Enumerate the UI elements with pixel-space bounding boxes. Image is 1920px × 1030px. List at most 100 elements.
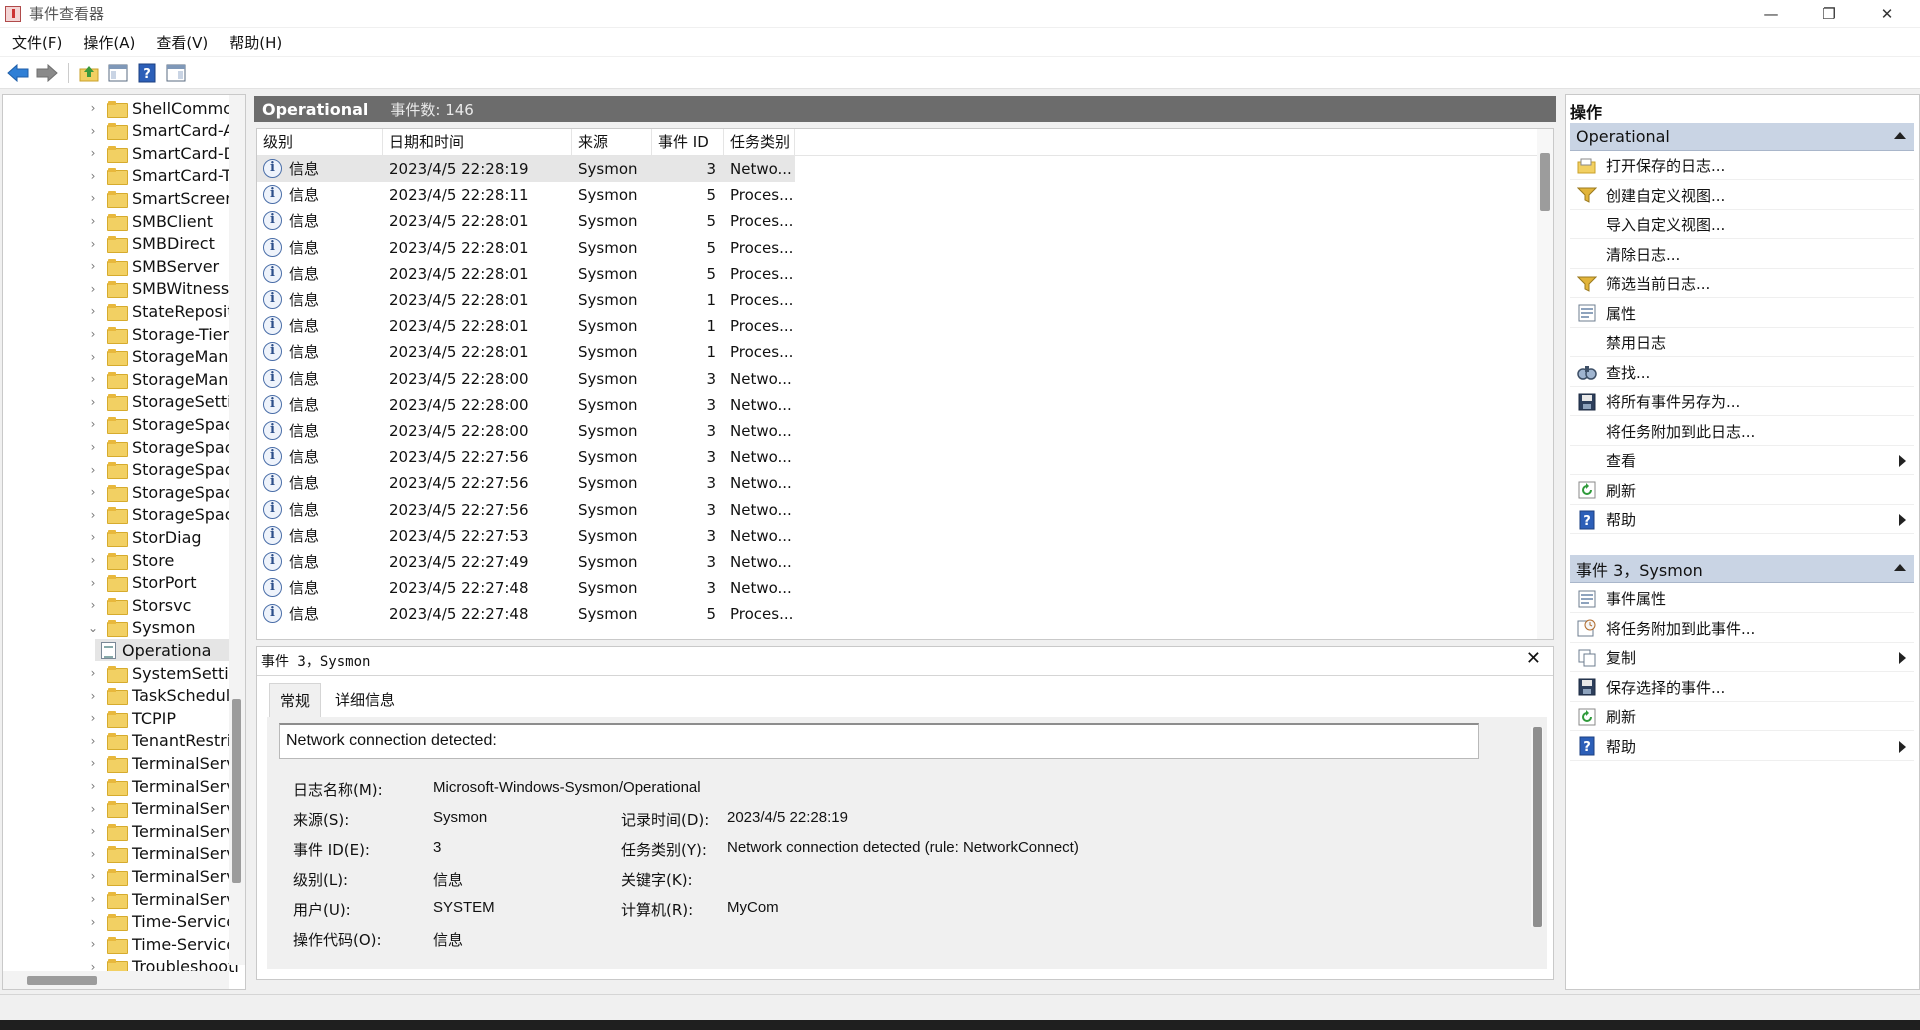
event-row[interactable]: i 信息 2023/4/5 22:27:48 Sysmon 5 Proces... <box>257 601 795 627</box>
expand-chevron-icon[interactable]: › <box>85 282 101 296</box>
action-item[interactable]: 属性 <box>1570 300 1914 328</box>
detail-scroll-thumb[interactable] <box>1533 727 1542 927</box>
expand-chevron-icon[interactable]: › <box>85 372 101 386</box>
expand-chevron-icon[interactable]: › <box>85 485 101 499</box>
action-item[interactable]: 事件属性 <box>1570 585 1914 613</box>
expand-chevron-icon[interactable]: › <box>85 463 101 477</box>
tree-item[interactable]: › SmartScreen <box>85 187 235 209</box>
expand-chevron-icon[interactable]: › <box>85 530 101 544</box>
expand-chevron-icon[interactable]: › <box>85 756 101 770</box>
action-item[interactable]: ? 帮助 <box>1570 733 1914 761</box>
tree-item[interactable]: › Store <box>85 549 174 571</box>
tree-item[interactable]: › TerminalServi <box>85 775 240 797</box>
tree-item[interactable]: › StorageSpace <box>85 504 243 526</box>
action-item[interactable]: 创建自定义视图... <box>1570 182 1914 210</box>
action-item[interactable]: 清除日志... <box>1570 241 1914 269</box>
tree-item[interactable]: › Storsvc <box>85 594 191 616</box>
event-row[interactable]: i 信息 2023/4/5 22:28:00 Sysmon 3 Netwo... <box>257 392 795 418</box>
event-row[interactable]: i 信息 2023/4/5 22:28:01 Sysmon 1 Proces... <box>257 313 795 339</box>
detail-close-button[interactable]: ✕ <box>1526 648 1541 669</box>
tree-item[interactable]: › StorDiag <box>85 526 202 548</box>
event-row[interactable]: i 信息 2023/4/5 22:28:01 Sysmon 5 Proces... <box>257 235 795 261</box>
action-item[interactable]: 导入自定义视图... <box>1570 211 1914 239</box>
menu-view[interactable]: 查看(V) <box>144 32 217 53</box>
tree-vertical-scrollbar[interactable] <box>229 95 245 965</box>
tree-item[interactable]: › Storage-Tierin <box>85 323 244 345</box>
action-item[interactable]: 打开保存的日志... <box>1570 152 1914 180</box>
action-item[interactable]: 将任务附加到此日志... <box>1570 418 1914 446</box>
column-datetime[interactable]: 日期和时间 <box>383 129 572 156</box>
tab-general[interactable]: 常规 <box>269 683 322 717</box>
tree-item[interactable]: › SystemSetting <box>85 662 245 684</box>
expand-chevron-icon[interactable]: › <box>85 417 101 431</box>
collapse-icon[interactable] <box>1894 132 1906 139</box>
tree-item[interactable]: › SmartCard-Au <box>85 120 244 142</box>
action-item[interactable]: 刷新 <box>1570 477 1914 505</box>
expand-chevron-icon[interactable]: › <box>85 802 101 816</box>
tree-item[interactable]: › StateReposito <box>85 300 243 322</box>
expand-chevron-icon[interactable]: › <box>85 598 101 612</box>
tree-horizontal-scroll-thumb[interactable] <box>27 976 97 985</box>
action-pane-icon[interactable] <box>164 62 188 84</box>
expand-chevron-icon[interactable]: › <box>85 666 101 680</box>
expand-chevron-icon[interactable]: › <box>85 169 101 183</box>
action-item[interactable]: 筛选当前日志... <box>1570 270 1914 298</box>
expand-chevron-icon[interactable]: › <box>85 711 101 725</box>
event-row[interactable]: i 信息 2023/4/5 22:28:01 Sysmon 5 Proces... <box>257 208 795 234</box>
event-row[interactable]: i 信息 2023/4/5 22:28:01 Sysmon 5 Proces... <box>257 261 795 287</box>
expand-chevron-icon[interactable]: › <box>85 350 101 364</box>
expand-chevron-icon[interactable]: › <box>85 237 101 251</box>
menu-action[interactable]: 操作(A) <box>71 32 144 53</box>
column-source[interactable]: 来源 <box>572 129 652 156</box>
expand-chevron-icon[interactable]: › <box>85 327 101 341</box>
expand-chevron-icon[interactable]: › <box>85 937 101 951</box>
actions-section-operational[interactable]: Operational <box>1570 123 1914 151</box>
expand-chevron-icon[interactable]: › <box>85 892 101 906</box>
show-hide-tree-icon[interactable] <box>106 62 130 84</box>
action-item[interactable]: 保存选择的事件... <box>1570 674 1914 702</box>
expand-chevron-icon[interactable]: › <box>85 779 101 793</box>
event-description[interactable]: Network connection detected: <box>279 723 1479 759</box>
help-icon[interactable]: ? <box>135 62 159 84</box>
expand-chevron-icon[interactable]: › <box>85 734 101 748</box>
event-row[interactable]: i 信息 2023/4/5 22:28:19 Sysmon 3 Netwo... <box>257 156 795 182</box>
expand-chevron-icon[interactable]: › <box>85 214 101 228</box>
restore-button[interactable]: ❐ <box>1800 0 1858 27</box>
close-button[interactable]: ✕ <box>1858 0 1916 27</box>
tree-item[interactable]: › SmartCard-De <box>85 142 245 164</box>
expand-chevron-icon[interactable]: › <box>85 847 101 861</box>
tree-item[interactable]: › TerminalServi <box>85 820 240 842</box>
tree-item[interactable]: › SMBDirect <box>85 233 215 255</box>
minimize-button[interactable]: — <box>1742 0 1800 27</box>
event-list-scrollbar[interactable] <box>1537 129 1553 639</box>
tree-item[interactable]: › TerminalServi <box>85 798 240 820</box>
forward-icon[interactable] <box>35 62 59 84</box>
menu-file[interactable]: 文件(F) <box>0 32 71 53</box>
expand-chevron-icon[interactable]: › <box>85 259 101 273</box>
event-list-scroll-thumb[interactable] <box>1540 153 1550 211</box>
tree-item[interactable]: Operationa <box>95 639 229 662</box>
tree-item[interactable]: › StorPort <box>85 572 197 594</box>
tree-item[interactable]: › Time-Service <box>85 911 236 933</box>
event-row[interactable]: i 信息 2023/4/5 22:27:49 Sysmon 3 Netwo... <box>257 549 795 575</box>
action-item[interactable]: 查找... <box>1570 359 1914 387</box>
tree-item[interactable]: › SMBClient <box>85 210 213 232</box>
expand-chevron-icon[interactable]: › <box>85 689 101 703</box>
event-row[interactable]: i 信息 2023/4/5 22:27:56 Sysmon 3 Netwo... <box>257 444 795 470</box>
menu-help[interactable]: 帮助(H) <box>217 32 291 53</box>
action-item[interactable]: ? 帮助 <box>1570 506 1914 534</box>
tree-vertical-scroll-thumb[interactable] <box>232 699 241 883</box>
tree-item[interactable]: › StorageSpace <box>85 481 243 503</box>
detail-scrollbar[interactable] <box>1531 727 1543 927</box>
up-folder-icon[interactable] <box>77 62 101 84</box>
action-item[interactable]: 复制 <box>1570 644 1914 672</box>
tree-item[interactable]: › TerminalServi <box>85 865 240 887</box>
tree-horizontal-scrollbar[interactable] <box>3 971 229 989</box>
expand-chevron-icon[interactable]: › <box>85 508 101 522</box>
tree-item[interactable]: › StorageSettin <box>85 391 242 413</box>
event-row[interactable]: i 信息 2023/4/5 22:28:00 Sysmon 3 Netwo... <box>257 366 795 392</box>
column-task-category[interactable]: 任务类别 <box>724 129 795 156</box>
tree-item[interactable]: › SmartCard-TP <box>85 165 242 187</box>
expand-chevron-icon[interactable]: › <box>85 553 101 567</box>
expand-chevron-icon[interactable]: › <box>85 101 101 115</box>
